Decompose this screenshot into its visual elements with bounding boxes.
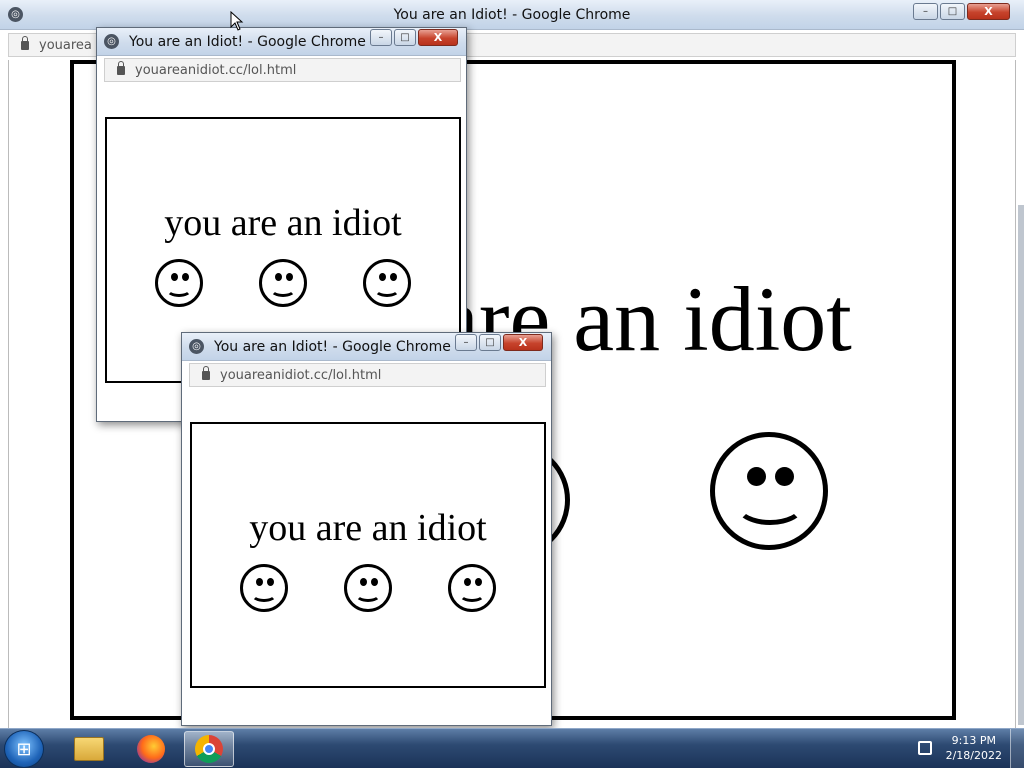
file-explorer-taskbar-button[interactable]: [64, 731, 114, 767]
minimize-button[interactable]: –: [455, 334, 477, 351]
system-clock[interactable]: 9:13 PM 2/18/2022: [946, 733, 1002, 763]
windows-logo-icon: ⊞: [16, 738, 32, 760]
globe-icon: ◎: [189, 339, 204, 354]
popup1-address-bar[interactable]: youareanidiot.cc/lol.html: [104, 58, 461, 82]
clock-time: 9:13 PM: [951, 734, 996, 747]
show-desktop-button[interactable]: [1010, 729, 1024, 768]
smiley-face-icon: [155, 259, 203, 307]
popup2-url-text: youareanidiot.cc/lol.html: [220, 367, 382, 383]
start-button[interactable]: ⊞: [4, 730, 44, 768]
network-icon[interactable]: [918, 741, 932, 755]
popup2-address-bar[interactable]: youareanidiot.cc/lol.html: [189, 363, 546, 387]
mouse-cursor-icon: [230, 11, 244, 31]
maximize-button[interactable]: □: [394, 29, 416, 46]
smiley-face-icon: [240, 564, 288, 612]
popup1-page-text: you are an idiot: [164, 202, 402, 244]
file-explorer-icon: [74, 737, 104, 761]
close-button[interactable]: X: [418, 29, 458, 46]
popup2-titlebar[interactable]: ◎ You are an Idiot! - Google Chrome – □ …: [182, 333, 551, 361]
close-button[interactable]: X: [503, 334, 543, 351]
main-scrollbar[interactable]: [1018, 205, 1024, 725]
main-window-title: You are an Idiot! - Google Chrome: [393, 7, 631, 23]
popup2-smiley-row: [240, 564, 496, 612]
smiley-face-icon: [363, 259, 411, 307]
minimize-button[interactable]: –: [370, 29, 392, 46]
clock-date: 2/18/2022: [945, 749, 1002, 762]
popup1-titlebar[interactable]: ◎ You are an Idiot! - Google Chrome – □ …: [97, 28, 466, 56]
popup1-window-controls: – □ X: [370, 29, 458, 46]
smiley-face-icon: [448, 564, 496, 612]
popup2-page-frame: you are an idiot: [190, 422, 546, 688]
firefox-icon: [137, 735, 165, 763]
popup2-window-controls: – □ X: [455, 334, 543, 351]
main-url-text: youarea: [39, 37, 92, 53]
minimize-button[interactable]: –: [913, 3, 938, 20]
chrome-taskbar-button[interactable]: [184, 731, 234, 767]
smiley-face-icon: [259, 259, 307, 307]
main-titlebar[interactable]: ◎ You are an Idiot! - Google Chrome – □ …: [0, 0, 1024, 30]
main-window-controls: – □ X: [913, 3, 1010, 20]
maximize-button[interactable]: □: [940, 3, 965, 20]
globe-icon: ◎: [104, 34, 119, 49]
chrome-icon: [195, 735, 223, 763]
lock-icon: [117, 60, 125, 75]
firefox-taskbar-button[interactable]: [126, 731, 176, 767]
close-button[interactable]: X: [967, 3, 1010, 20]
maximize-button[interactable]: □: [479, 334, 501, 351]
taskbar: ⊞ 9:13 PM 2/18/2022: [0, 728, 1024, 768]
smiley-face-icon: [344, 564, 392, 612]
main-smiley-right-icon: [710, 432, 828, 550]
lock-icon: [202, 365, 210, 380]
lock-icon: [21, 35, 29, 50]
popup1-url-text: youareanidiot.cc/lol.html: [135, 62, 297, 78]
popup1-smiley-row: [155, 259, 411, 307]
popup-window-2[interactable]: ◎ You are an Idiot! - Google Chrome – □ …: [181, 332, 552, 726]
popup2-page-text: you are an idiot: [249, 507, 487, 549]
